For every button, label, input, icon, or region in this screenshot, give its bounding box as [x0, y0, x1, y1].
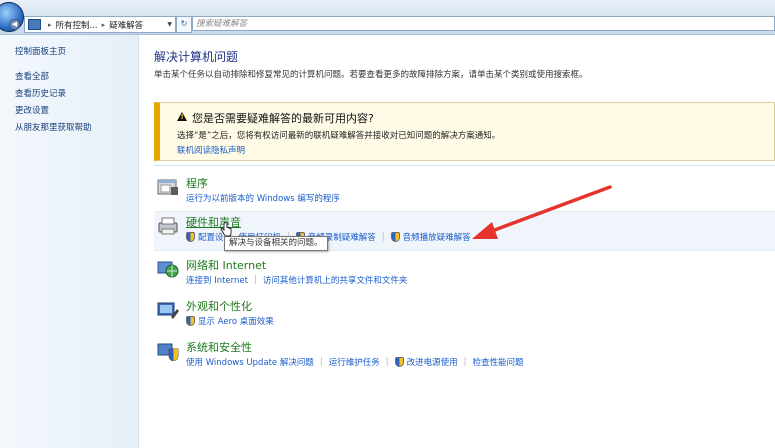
access-shared-files-link[interactable]: 访问其他计算机上的共享文件和文件夹: [263, 274, 408, 286]
nav-view-history[interactable]: 查看历史记录: [15, 88, 92, 105]
banner-title[interactable]: 您是否需要疑难解答的最新可用内容?: [192, 110, 374, 126]
search-input[interactable]: 搜索疑难解答: [192, 16, 775, 31]
improve-power-usage-link[interactable]: 改进电源使用: [394, 356, 458, 368]
category-appearance: 外观和个性化 显示 Aero 桌面效果: [154, 296, 775, 334]
update-banner: 您是否需要疑难解答的最新可用内容? 选择“是”之后，您将有权访问最新的联机疑难解…: [154, 102, 775, 161]
divider: [154, 165, 775, 166]
breadcrumb-troubleshooting[interactable]: 疑难解答: [109, 19, 143, 31]
category-system-security: 系统和安全性 使用 Windows Update 解决问题 | 运行维护任务 |…: [154, 337, 775, 375]
audio-playback-troubleshoot-link[interactable]: 音频播放疑难解答: [390, 231, 471, 243]
system-security-icon: [157, 343, 179, 361]
shield-icon: [186, 316, 195, 326]
run-legacy-programs-link[interactable]: 运行为以前版本的 Windows 编写的程序: [186, 192, 340, 204]
address-bar: ◀ ▸ 所有控制... ▸ 疑难解答 ▼ ↻ 搜索疑难解答: [0, 0, 775, 35]
category-title[interactable]: 网络和 Internet: [186, 257, 266, 273]
aero-desktop-effects-link[interactable]: 显示 Aero 桌面效果: [186, 315, 274, 327]
shield-icon: [394, 357, 404, 367]
breadcrumb-all-control-panel[interactable]: 所有控制...: [56, 19, 98, 31]
category-links: 连接到 Internet | 访问其他计算机上的共享文件和文件夹: [186, 274, 407, 286]
chevron-down-icon[interactable]: ▼: [167, 21, 172, 28]
nav-get-help-from-friend[interactable]: 从朋友那里获取帮助: [15, 122, 92, 139]
shield-icon: [186, 232, 195, 242]
windows-update-link[interactable]: 使用 Windows Update 解决问题: [186, 356, 314, 368]
category-programs: 程序 运行为以前版本的 Windows 编写的程序: [154, 173, 775, 211]
category-links: 显示 Aero 桌面效果: [186, 315, 274, 327]
appearance-icon: [157, 302, 179, 319]
control-panel-home-link[interactable]: 控制面板主页: [15, 45, 66, 57]
annotation-arrow-icon: [472, 185, 612, 239]
category-title[interactable]: 程序: [186, 175, 208, 191]
address-box[interactable]: ▸ 所有控制... ▸ 疑难解答 ▼: [24, 16, 176, 33]
refresh-icon[interactable]: ↻: [176, 16, 192, 33]
configure-device-link[interactable]: 配置设: [186, 231, 224, 243]
link-separator: |: [381, 232, 385, 242]
category-network-internet: 网络和 Internet 连接到 Internet | 访问其他计算机上的共享文…: [154, 255, 775, 293]
left-nav-pane: 控制面板主页 查看全部 查看历史记录 更改设置 从朋友那里获取帮助: [0, 35, 139, 448]
category-title[interactable]: 系统和安全性: [186, 339, 252, 355]
check-performance-link[interactable]: 检查性能问题: [473, 356, 524, 368]
control-panel-icon: [28, 19, 41, 30]
link-separator: |: [319, 357, 323, 367]
category-links: 运行为以前版本的 Windows 编写的程序: [186, 192, 340, 204]
banner-text: 选择“是”之后，您将有权访问最新的联机疑难解答并接收对已知问题的解决方案通知。: [177, 131, 501, 141]
page-subtitle: 单击某个任务以自动排除和修复常见的计算机问题。若要查看更多的故障排除方案，请单击…: [154, 70, 588, 80]
breadcrumb-separator-icon: ▸: [48, 20, 52, 29]
link-separator: |: [463, 357, 467, 367]
shield-icon: [390, 232, 400, 242]
category-title[interactable]: 外观和个性化: [186, 298, 252, 314]
warning-icon: [177, 112, 187, 121]
hand-cursor-icon: [220, 222, 232, 237]
breadcrumb-separator-icon: ▸: [101, 20, 106, 29]
link-separator: |: [385, 357, 389, 367]
nav-change-settings[interactable]: 更改设置: [15, 105, 92, 122]
run-maintenance-link[interactable]: 运行维护任务: [329, 356, 380, 368]
programs-icon: [157, 179, 178, 195]
network-globe-icon: [157, 261, 179, 278]
back-icon[interactable]: ◀: [9, 19, 20, 30]
category-title[interactable]: 硬件和声音: [186, 214, 241, 230]
tooltip: 解决与设备相关的问题。: [224, 236, 328, 251]
nav-view-all[interactable]: 查看全部: [15, 71, 92, 88]
connect-to-internet-link[interactable]: 连接到 Internet: [186, 274, 248, 286]
printer-icon: [158, 217, 178, 235]
link-separator: |: [253, 275, 257, 285]
category-links: 使用 Windows Update 解决问题 | 运行维护任务 | 改进电源使用…: [186, 356, 524, 368]
page-title: 解决计算机问题: [154, 50, 239, 64]
privacy-statement-link[interactable]: 联机阅读隐私声明: [177, 144, 245, 156]
left-nav-list: 查看全部 查看历史记录 更改设置 从朋友那里获取帮助: [15, 71, 92, 139]
